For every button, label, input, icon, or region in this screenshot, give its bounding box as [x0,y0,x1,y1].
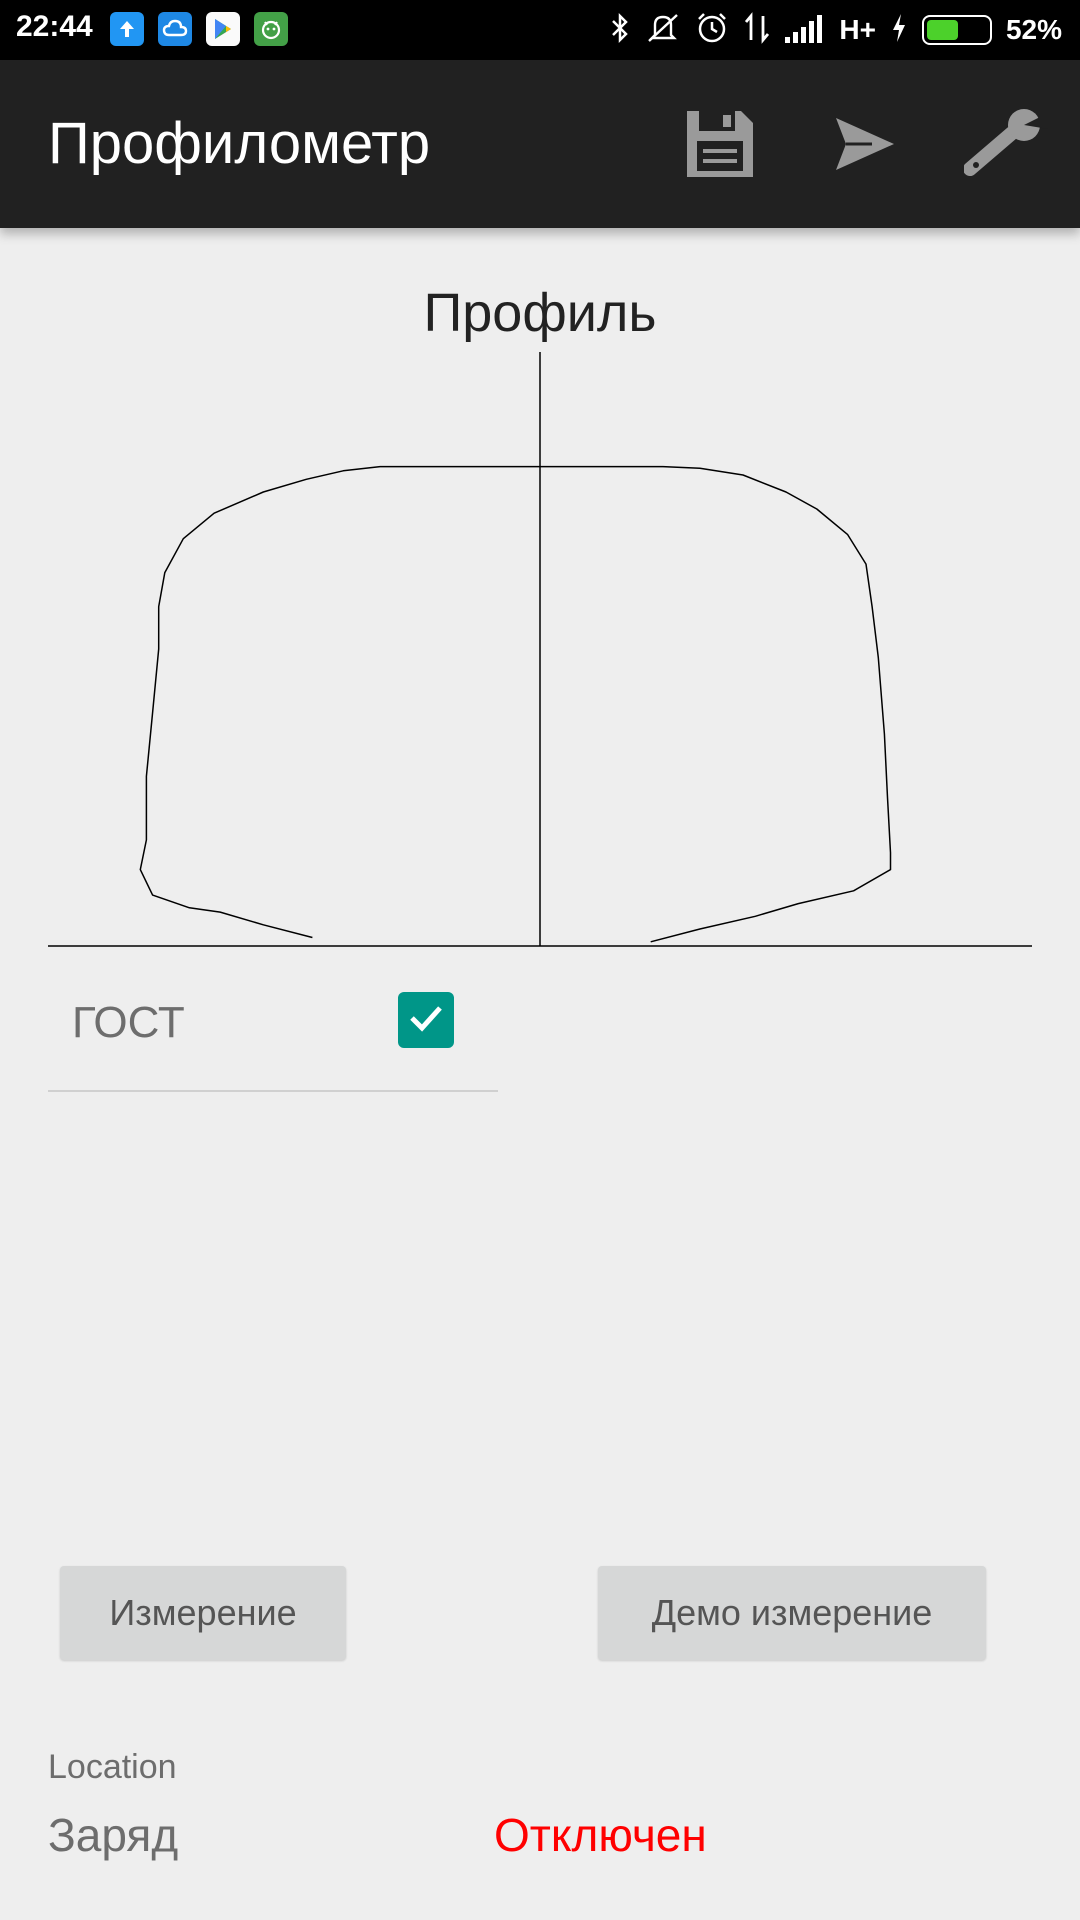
checkmark-icon [406,998,446,1043]
play-store-icon [206,12,240,46]
measure-button[interactable]: Измерение [60,1566,346,1660]
divider [48,1090,498,1092]
bluetooth-icon [609,12,631,49]
demo-measure-button[interactable]: Демо измерение [598,1566,986,1660]
app-bar: Профилометр [0,60,1080,228]
gost-label: ГОСТ [72,998,185,1047]
battery-icon [921,15,992,45]
settings-button[interactable] [963,104,1048,188]
battery-percent: 52% [1005,14,1062,45]
upload-icon [110,12,144,46]
charge-label: Заряд [48,1809,179,1861]
alarm-icon [695,11,729,50]
send-button[interactable] [822,104,906,188]
profile-series-line [139,465,892,943]
status-bar: 22:44 H+ 52% [0,0,1080,60]
network-type: H+ [839,14,876,45]
battery-level [926,20,959,40]
send-icon [832,114,896,179]
vibrate-off-icon [645,11,681,50]
data-arrows-icon [743,11,771,49]
cloud-icon [158,12,192,46]
charging-icon [890,12,908,49]
connection-status: Отключен [494,1809,707,1861]
gost-checkbox[interactable] [398,992,454,1048]
save-icon [683,107,757,186]
android-app-icon [254,12,288,46]
location-label: Location [48,1748,177,1786]
app-title: Профилометр [48,111,431,176]
settings-wrench-icon [963,108,1048,184]
chart-title: Профиль [423,283,657,343]
profile-chart [48,352,1032,947]
status-time: 22:44 [16,10,93,43]
save-button[interactable] [678,104,762,188]
signal-icon [785,13,825,48]
